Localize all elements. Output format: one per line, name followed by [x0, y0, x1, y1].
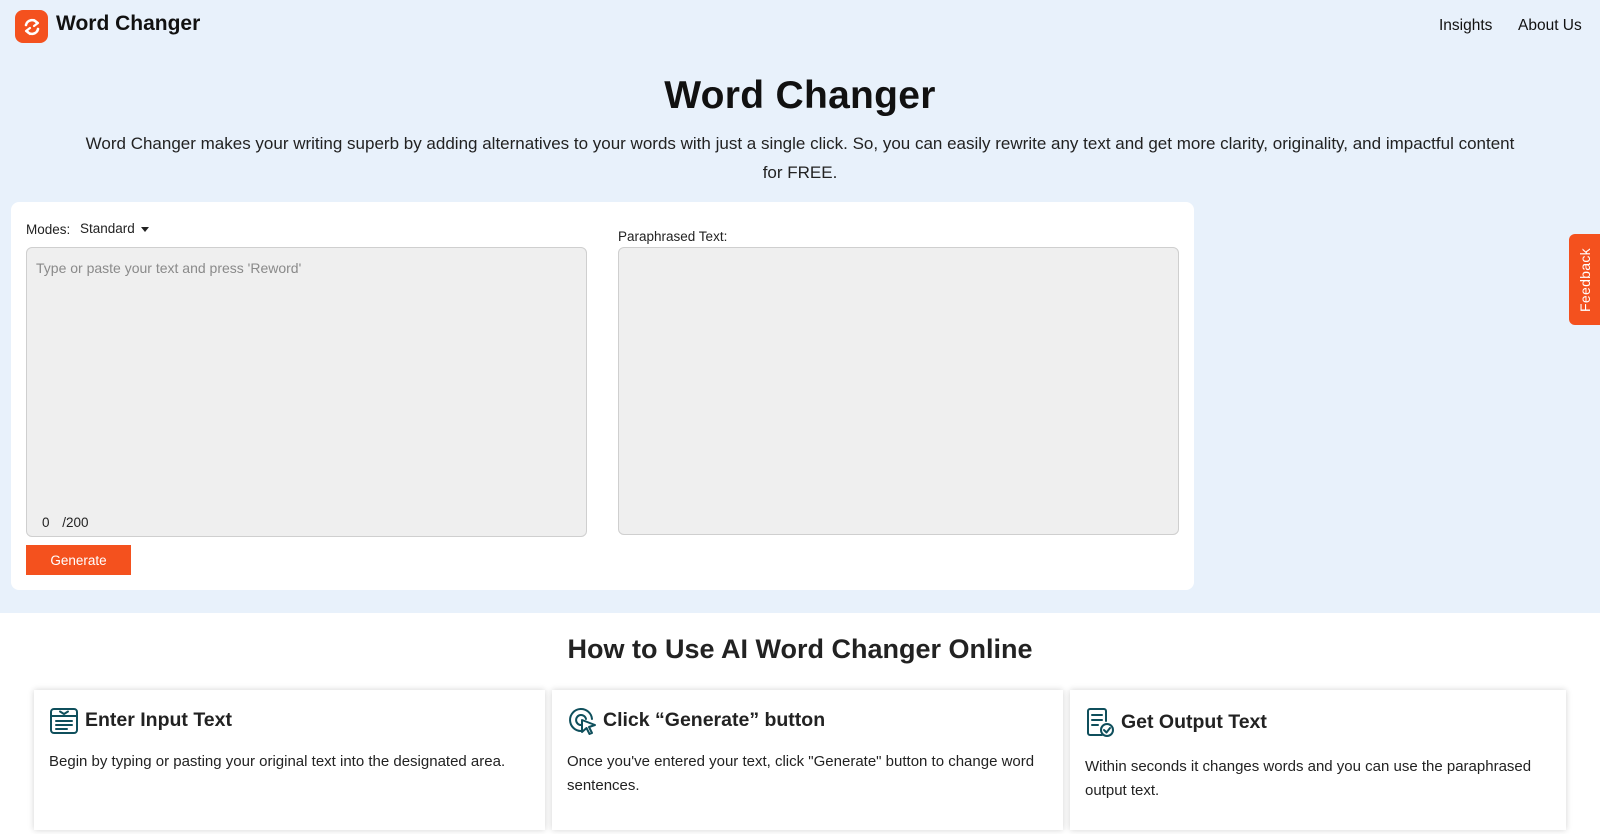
step-title: Get Output Text: [1121, 711, 1267, 733]
char-counter: 0 /200: [42, 515, 89, 530]
page-title: Word Changer: [664, 74, 936, 117]
input-textarea[interactable]: [26, 247, 587, 537]
step-title: Click “Generate” button: [603, 709, 826, 731]
paraphrase-tool-card: Modes: Standard Paraphrased Text: 0 /200…: [11, 202, 1194, 590]
char-limit-value: /200: [62, 515, 89, 530]
click-cursor-icon: [567, 706, 597, 736]
nav-about-us-link[interactable]: About Us: [1518, 17, 1582, 35]
how-to-title: How to Use AI Word Changer Online: [567, 634, 1033, 664]
output-textarea[interactable]: [618, 247, 1179, 535]
step-title: Enter Input Text: [85, 709, 232, 731]
step-card-click-generate: Click “Generate” button Once you've ente…: [552, 690, 1063, 830]
brand-name[interactable]: Word Changer: [56, 12, 200, 36]
generate-button[interactable]: Generate: [26, 545, 131, 575]
step-card-get-output: Get Output Text Within seconds it change…: [1070, 690, 1566, 830]
step-description: Within seconds it changes words and you …: [1085, 758, 1532, 799]
page-subtitle: Word Changer makes your writing superb b…: [85, 134, 1515, 182]
feedback-label: Feedback: [1576, 247, 1593, 312]
paraphrased-text-label: Paraphrased Text:: [618, 229, 728, 244]
mode-selected-value: Standard: [80, 221, 135, 236]
hero-section: Word Changer Insights About Us Word Chan…: [0, 0, 1600, 613]
nav-insights-link[interactable]: Insights: [1439, 17, 1492, 35]
document-check-icon: [1085, 708, 1115, 738]
modes-dropdown[interactable]: Standard: [80, 221, 149, 236]
char-count-value: 0: [42, 515, 50, 530]
step-card-enter-input: Enter Input Text Begin by typing or past…: [34, 690, 545, 830]
modes-label: Modes:: [26, 222, 71, 237]
input-text-icon: [49, 706, 79, 736]
step-description: Once you've entered your text, click "Ge…: [567, 753, 1035, 794]
feedback-tab[interactable]: Feedback: [1569, 234, 1600, 325]
step-description: Begin by typing or pasting your original…: [49, 753, 506, 770]
caret-down-icon: [140, 226, 149, 232]
logo-icon[interactable]: [15, 10, 48, 43]
